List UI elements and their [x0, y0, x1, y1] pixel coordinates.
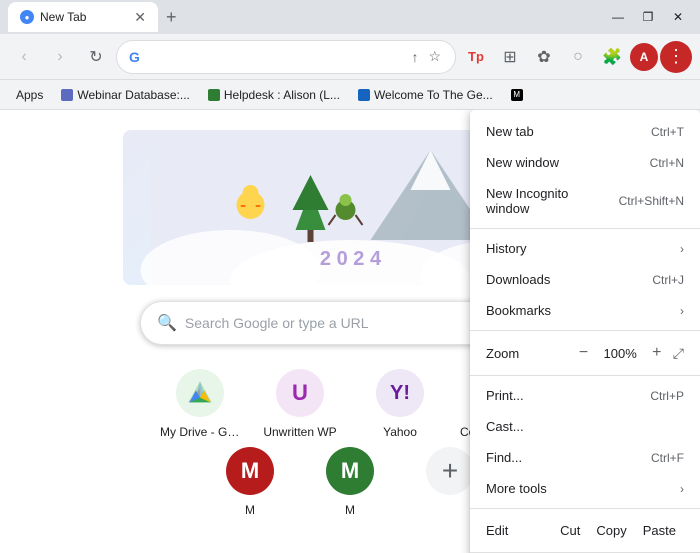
menu-edit-label: Edit	[486, 523, 552, 538]
webinar-favicon	[61, 89, 73, 101]
tab-area: ● New Tab ✕ +	[8, 2, 592, 32]
tab-favicon: ●	[20, 10, 34, 24]
bookmark-webinar[interactable]: Webinar Database:...	[53, 85, 198, 105]
menu-history-arrow: ›	[680, 242, 684, 256]
apps-bookmark[interactable]: Apps	[8, 85, 51, 105]
menu-incognito-label: New Incognito window	[486, 186, 595, 216]
menu-find-shortcut: Ctrl+F	[651, 451, 684, 465]
menu-downloads-label: Downloads	[486, 272, 628, 287]
context-menu: New tab Ctrl+T New window Ctrl+N New Inc…	[470, 110, 700, 553]
tab-label: New Tab	[40, 10, 86, 24]
zoom-label: Zoom	[486, 346, 572, 361]
toolbar: ‹ › ↻ G ↑ ☆ Tp ⊞ ✿ ○ 🧩 A ⋮	[0, 34, 700, 80]
menu-copy-button[interactable]: Copy	[588, 519, 634, 542]
divider-1	[470, 228, 700, 229]
reload-button[interactable]: ↻	[80, 41, 112, 73]
browser-content: 2 0 2 4 🔍 Search Google or type a URL My…	[0, 110, 700, 553]
menu-cut-button[interactable]: Cut	[552, 519, 588, 542]
tp-button[interactable]: Tp	[460, 41, 492, 73]
profile-avatar[interactable]: A	[630, 43, 658, 71]
restore-button[interactable]: ❐	[634, 3, 662, 31]
menu-new-tab-shortcut: Ctrl+T	[651, 125, 684, 139]
circle-icon: ○	[573, 48, 583, 66]
more-menu-button[interactable]: ⋮	[660, 41, 692, 73]
divider-3	[470, 375, 700, 376]
welcome-label: Welcome To The Ge...	[374, 88, 493, 102]
back-icon: ‹	[21, 48, 26, 66]
menu-cast[interactable]: Cast...	[470, 411, 700, 442]
menu-new-tab[interactable]: New tab Ctrl+T	[470, 116, 700, 147]
menu-new-window-label: New window	[486, 155, 626, 170]
menu-downloads[interactable]: Downloads Ctrl+J	[470, 264, 700, 295]
zoom-plus-button[interactable]: +	[645, 341, 669, 365]
menu-history-label: History	[486, 241, 680, 256]
menu-bookmarks[interactable]: Bookmarks ›	[470, 295, 700, 326]
favorite-icon[interactable]: ☆	[426, 46, 443, 67]
apps-label: Apps	[16, 88, 43, 102]
minimize-button[interactable]: —	[604, 3, 632, 31]
menu-history[interactable]: History ›	[470, 233, 700, 264]
reload-icon: ↻	[89, 47, 102, 67]
more-icon: ⋮	[667, 46, 685, 67]
webinar-label: Webinar Database:...	[77, 88, 190, 102]
menu-print[interactable]: Print... Ctrl+P	[470, 380, 700, 411]
flower-button[interactable]: ✿	[528, 41, 560, 73]
back-button[interactable]: ‹	[8, 41, 40, 73]
helpdesk-label: Helpdesk : Alison (L...	[224, 88, 340, 102]
bookmark-medium[interactable]: M	[503, 86, 531, 104]
menu-bookmarks-label: Bookmarks	[486, 303, 680, 318]
tab-close-btn[interactable]: ✕	[134, 9, 146, 26]
share-icon[interactable]: ↑	[409, 47, 420, 67]
new-tab-button[interactable]: +	[158, 3, 185, 32]
forward-button[interactable]: ›	[44, 41, 76, 73]
menu-new-window-shortcut: Ctrl+N	[650, 156, 684, 170]
menu-more-tools-arrow: ›	[680, 482, 684, 496]
medium-favicon: M	[511, 89, 523, 101]
bookmark-helpdesk[interactable]: Helpdesk : Alison (L...	[200, 85, 348, 105]
menu-downloads-shortcut: Ctrl+J	[652, 273, 684, 287]
menu-zoom-row[interactable]: Zoom − 100% + ⤢	[470, 335, 700, 371]
menu-edit-row: Edit Cut Copy Paste	[470, 513, 700, 548]
menu-incognito[interactable]: New Incognito window Ctrl+Shift+N	[470, 178, 700, 224]
helpdesk-favicon	[208, 89, 220, 101]
menu-paste-button[interactable]: Paste	[635, 519, 684, 542]
toolbar-right: Tp ⊞ ✿ ○ 🧩 A ⋮	[460, 41, 692, 73]
address-bar[interactable]: G ↑ ☆	[116, 40, 456, 74]
grid-button[interactable]: ⊞	[494, 41, 526, 73]
welcome-favicon	[358, 89, 370, 101]
address-icons: ↑ ☆	[409, 46, 443, 67]
zoom-minus-button[interactable]: −	[572, 341, 596, 365]
menu-incognito-shortcut: Ctrl+Shift+N	[619, 194, 684, 208]
divider-4	[470, 508, 700, 509]
menu-more-tools[interactable]: More tools ›	[470, 473, 700, 504]
window-controls: — ❐ ✕	[604, 3, 692, 31]
zoom-value: 100%	[596, 346, 645, 361]
menu-overlay: New tab Ctrl+T New window Ctrl+N New Inc…	[0, 110, 700, 553]
menu-new-tab-label: New tab	[486, 124, 627, 139]
zoom-expand-icon[interactable]: ⤢	[673, 345, 684, 362]
grid-icon: ⊞	[503, 47, 516, 67]
circle-button[interactable]: ○	[562, 41, 594, 73]
menu-more-tools-label: More tools	[486, 481, 680, 496]
menu-bookmarks-arrow: ›	[680, 304, 684, 318]
menu-print-label: Print...	[486, 388, 626, 403]
menu-cast-label: Cast...	[486, 419, 684, 434]
flower-icon: ✿	[537, 47, 550, 67]
active-tab[interactable]: ● New Tab ✕	[8, 2, 158, 32]
bookmarks-bar: Apps Webinar Database:... Helpdesk : Ali…	[0, 80, 700, 110]
extension-icon: 🧩	[602, 47, 622, 67]
menu-new-window[interactable]: New window Ctrl+N	[470, 147, 700, 178]
title-bar: ● New Tab ✕ + — ❐ ✕	[0, 0, 700, 34]
divider-2	[470, 330, 700, 331]
extension-button[interactable]: 🧩	[596, 41, 628, 73]
bookmark-welcome[interactable]: Welcome To The Ge...	[350, 85, 501, 105]
menu-print-shortcut: Ctrl+P	[650, 389, 684, 403]
google-favicon: G	[129, 49, 140, 65]
menu-find-label: Find...	[486, 450, 627, 465]
close-button[interactable]: ✕	[664, 3, 692, 31]
tp-icon: Tp	[468, 49, 484, 64]
forward-icon: ›	[57, 48, 62, 66]
menu-find[interactable]: Find... Ctrl+F	[470, 442, 700, 473]
